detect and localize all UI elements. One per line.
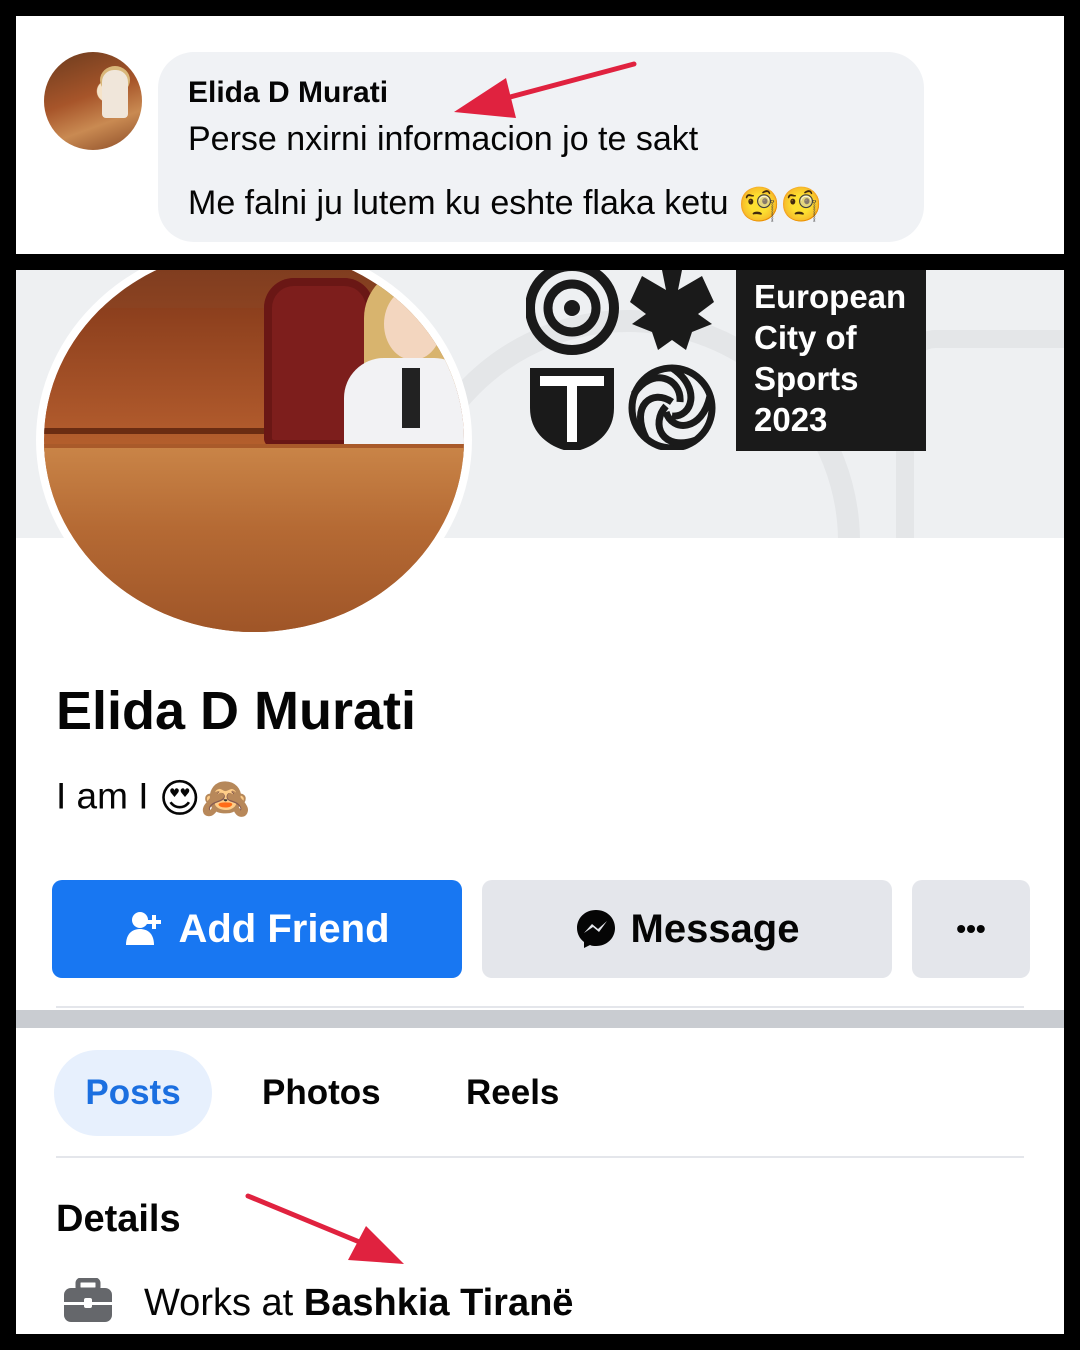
section-divider (16, 1010, 1064, 1028)
profile-panel: European City of Sports 2023 Elida D Mur… (16, 270, 1064, 1334)
bio-emojis: 😍🙈 (158, 777, 251, 821)
add-friend-icon (124, 909, 164, 949)
work-prefix: Works at (144, 1282, 304, 1324)
commenter-avatar[interactable] (44, 52, 142, 150)
comment-text-line-2: Me falni ju lutem ku eshte flaka ketu 🧐🧐 (188, 184, 823, 225)
more-icon: ••• (956, 913, 986, 944)
message-button[interactable]: Message (482, 880, 892, 978)
tabs-divider (56, 1156, 1024, 1158)
messenger-icon (575, 908, 617, 950)
add-friend-label: Add Friend (178, 906, 390, 951)
annotation-arrow-bottom (245, 1193, 404, 1264)
city-logos (526, 270, 716, 450)
comment-panel: Elida D Murati Perse nxirni informacion … (16, 16, 1064, 254)
reaction-edge (976, 250, 1026, 254)
comment-text-line-2-text: Me falni ju lutem ku eshte flaka ketu (188, 184, 729, 222)
badge-line-2: City of (754, 319, 857, 356)
work-text: Works at Bashkia Tiranë (144, 1282, 573, 1325)
badge-line-3: Sports (754, 360, 859, 397)
profile-bio: I am I 😍🙈 (56, 775, 250, 822)
add-friend-button[interactable]: Add Friend (52, 880, 462, 978)
profile-picture[interactable] (36, 270, 472, 640)
briefcase-icon (62, 1277, 114, 1329)
profile-name: Elida D Murati (56, 681, 417, 741)
work-place[interactable]: Bashkia Tiranë (304, 1282, 574, 1324)
divider (56, 1006, 1024, 1008)
tab-photos[interactable]: Photos (262, 1050, 381, 1136)
annotation-arrow-top (454, 61, 637, 118)
message-label: Message (630, 906, 800, 951)
european-city-sports-badge: European City of Sports 2023 (736, 270, 926, 451)
bio-text: I am I (56, 775, 149, 817)
badge-line-4: 2023 (754, 401, 828, 438)
more-options-button[interactable]: ••• (912, 880, 1030, 978)
details-heading: Details (56, 1198, 181, 1240)
comment-author[interactable]: Elida D Murati (188, 76, 388, 110)
work-detail[interactable]: Works at Bashkia Tiranë (62, 1277, 573, 1329)
badge-line-1: European (754, 278, 907, 315)
tab-posts[interactable]: Posts (54, 1050, 212, 1136)
tab-reels[interactable]: Reels (466, 1050, 559, 1136)
monocle-face-emojis: 🧐🧐 (737, 186, 823, 225)
